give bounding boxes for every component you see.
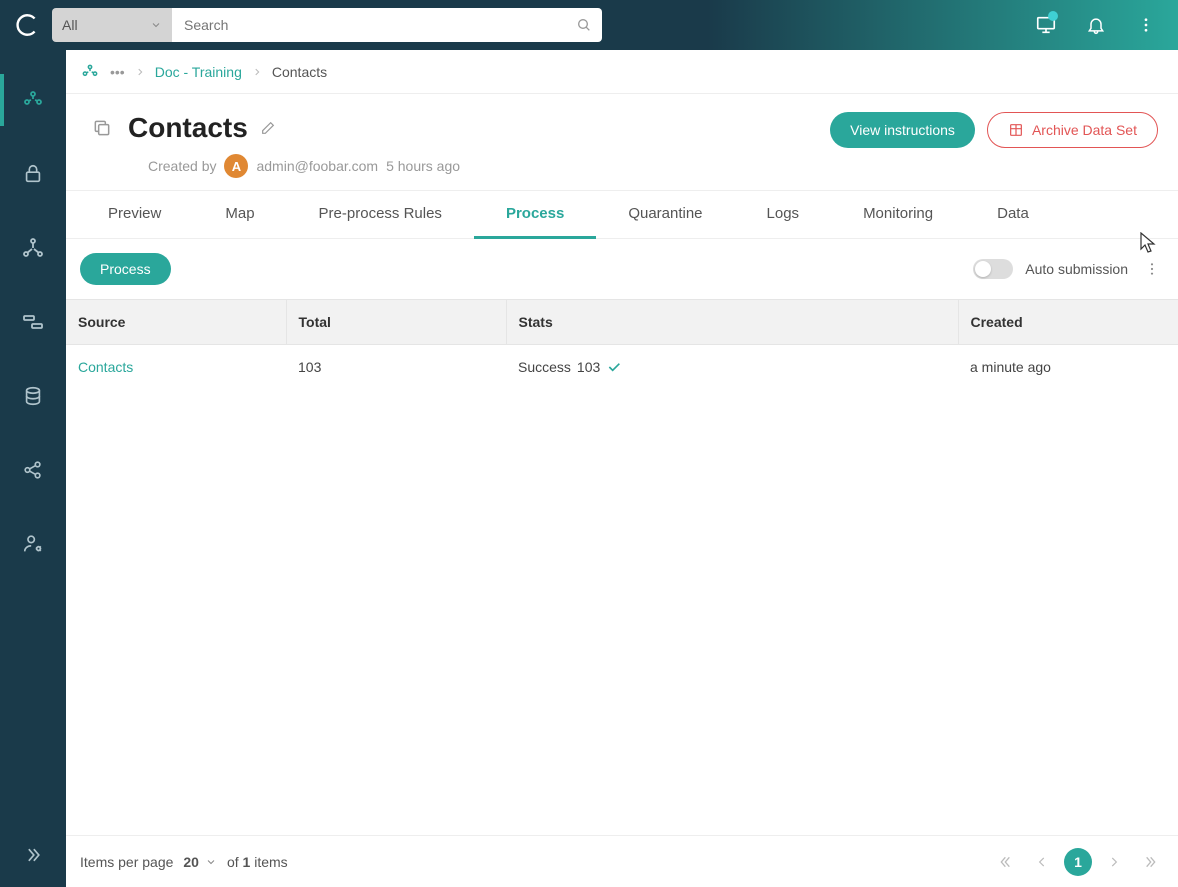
pager-prev[interactable]	[1028, 848, 1056, 876]
total-items: 1	[243, 854, 251, 870]
sidebar-item-data[interactable]	[13, 80, 53, 120]
pager-current[interactable]: 1	[1064, 848, 1092, 876]
topbar-kebab-icon[interactable]	[1126, 5, 1166, 45]
stats-value: 103	[577, 359, 600, 375]
th-total[interactable]: Total	[286, 300, 506, 345]
tab-preprocess-rules[interactable]: Pre-process Rules	[287, 191, 474, 238]
app-logo[interactable]	[12, 10, 42, 40]
table-row: Contacts 103 Success 103 a minute ago	[66, 345, 1178, 390]
sidebar-item-network[interactable]	[13, 228, 53, 268]
sidebar-item-pipeline[interactable]	[13, 302, 53, 342]
tab-monitoring[interactable]: Monitoring	[831, 191, 965, 238]
sidebar-item-security[interactable]	[13, 154, 53, 194]
monitor-icon[interactable]	[1026, 5, 1066, 45]
items-label: items	[254, 854, 287, 870]
edit-icon[interactable]	[260, 120, 276, 136]
chevron-right-icon	[252, 67, 262, 77]
tab-data[interactable]: Data	[965, 191, 1061, 238]
table-footer: Items per page 20 of 1 items 1	[66, 835, 1178, 887]
tab-process[interactable]: Process	[474, 191, 596, 239]
process-button[interactable]: Process	[80, 253, 171, 285]
breadcrumb-project-link[interactable]: Doc - Training	[155, 64, 242, 80]
th-created[interactable]: Created	[958, 300, 1178, 345]
tab-logs[interactable]: Logs	[735, 191, 832, 238]
tab-map[interactable]: Map	[193, 191, 286, 238]
created-by-email: admin@foobar.com	[256, 158, 378, 174]
created-by-label: Created by	[148, 158, 216, 174]
table-kebab-icon[interactable]	[1140, 261, 1164, 277]
breadcrumb-current: Contacts	[272, 64, 327, 80]
bell-icon[interactable]	[1076, 5, 1116, 45]
archive-icon	[1008, 122, 1024, 138]
created-time: 5 hours ago	[386, 158, 460, 174]
pager-first[interactable]	[992, 848, 1020, 876]
archive-button[interactable]: Archive Data Set	[987, 112, 1158, 148]
pager-next[interactable]	[1100, 848, 1128, 876]
page-title: Contacts	[128, 112, 248, 144]
auto-submission-toggle[interactable]	[973, 259, 1013, 279]
page-size-select[interactable]: 20	[183, 854, 217, 870]
chevron-right-icon	[135, 67, 145, 77]
cell-created: a minute ago	[958, 345, 1178, 390]
search-input-wrap	[172, 8, 602, 42]
page-header: Contacts Created by A admin@foobar.com 5…	[66, 94, 1178, 190]
chevron-down-icon	[150, 19, 162, 31]
search-input[interactable]	[172, 8, 602, 42]
created-by-meta: Created by A admin@foobar.com 5 hours ag…	[148, 154, 460, 178]
cell-stats: Success 103	[506, 345, 958, 390]
search-filter-dropdown[interactable]: All	[52, 8, 172, 42]
topbar: All	[0, 0, 1178, 50]
view-instructions-button[interactable]: View instructions	[830, 112, 975, 148]
main-content: ••• Doc - Training Contacts Contacts	[66, 50, 1178, 887]
sidebar-item-share[interactable]	[13, 450, 53, 490]
th-stats[interactable]: Stats	[506, 300, 958, 345]
items-per-page-label: Items per page	[80, 854, 173, 870]
notification-dot	[1048, 11, 1058, 21]
cell-source[interactable]: Contacts	[66, 345, 286, 390]
sidebar	[0, 50, 66, 887]
tab-quarantine[interactable]: Quarantine	[596, 191, 734, 238]
auto-submission-label: Auto submission	[1025, 261, 1128, 277]
sidebar-item-user-settings[interactable]	[13, 524, 53, 564]
check-icon	[606, 359, 622, 375]
sidebar-item-storage[interactable]	[13, 376, 53, 416]
search-filter-label: All	[62, 17, 78, 33]
action-row: Process Auto submission	[66, 239, 1178, 299]
breadcrumb-ellipsis[interactable]: •••	[110, 64, 125, 80]
search-wrap: All	[52, 8, 602, 42]
breadcrumb: ••• Doc - Training Contacts	[66, 50, 1178, 94]
page-size-value: 20	[183, 854, 199, 870]
sidebar-expand-icon[interactable]	[13, 835, 53, 875]
pager-last[interactable]	[1136, 848, 1164, 876]
tab-preview[interactable]: Preview	[76, 191, 193, 238]
avatar: A	[224, 154, 248, 178]
breadcrumb-root-icon[interactable]	[80, 62, 100, 82]
cell-total: 103	[286, 345, 506, 390]
search-button[interactable]	[572, 13, 596, 37]
stats-label: Success	[518, 359, 571, 375]
th-source[interactable]: Source	[66, 300, 286, 345]
of-label: of	[227, 854, 239, 870]
copy-icon[interactable]	[86, 112, 118, 144]
process-table: Source Total Stats Created Contacts 103 …	[66, 299, 1178, 389]
archive-label: Archive Data Set	[1032, 122, 1137, 138]
tabs: Preview Map Pre-process Rules Process Qu…	[66, 190, 1178, 239]
